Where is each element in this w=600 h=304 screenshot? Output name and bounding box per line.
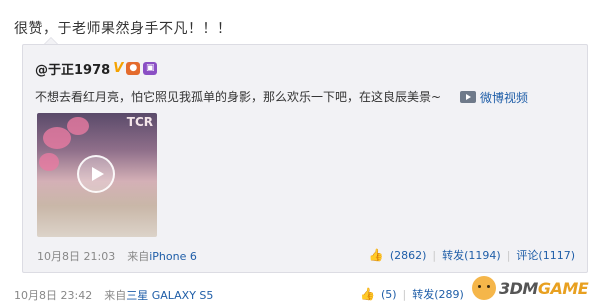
post-timestamp[interactable]: 10月8日 23:42 [14,287,92,303]
author-link[interactable]: @于正1978 [35,59,110,78]
video-icon [460,91,476,103]
site-watermark: 3DMGAME [472,276,589,300]
verified-badge-icon: V [113,61,124,76]
like-count[interactable]: (5) [381,288,397,301]
post-text: 很赞，于老师果然身手不凡！！！ [14,21,232,37]
video-link-label: 微博视频 [480,90,529,105]
reposted-weibo-card: @于正1978 V ● ▣ 不想去看红月亮，怕它照见我孤单的身影，那么欢乐一下吧… [22,44,588,273]
source-link[interactable]: iPhone 6 [149,250,197,263]
repost-button[interactable]: 转发(1194) [442,247,501,263]
divider: | [506,248,511,262]
member-badge-icon: ● [126,62,141,75]
mascot-icon [472,276,496,300]
divider: | [402,287,407,301]
original-author: @于正1978 V ● ▣ [35,59,158,78]
blossom-decoration [67,117,89,135]
source-prefix: 来自 [104,289,127,302]
source-prefix: 来自 [127,250,150,263]
blossom-decoration [39,153,59,171]
post-actions: 👍 (5) | 转发(289) [360,286,464,302]
tv-badge-icon: ▣ [143,62,158,75]
original-text: 不想去看红月亮，怕它照见我孤单的身影，那么欢乐一下吧，在这良辰美景~ [35,90,442,104]
original-meta: 10月8日 21:03 来自iPhone 6 [37,248,197,264]
like-icon[interactable]: 👍 [360,287,375,301]
post-meta: 10月8日 23:42 来自三星 GALAXY S5 [14,287,213,303]
repost-button[interactable]: 转发(289) [412,286,464,302]
like-icon[interactable]: 👍 [369,248,384,262]
blossom-decoration [43,127,71,149]
post-source: 来自三星 GALAXY S5 [104,287,213,303]
repost-pointer [44,37,58,44]
original-actions: 👍 (2862) | 转发(1194) | 评论(1117) [369,247,575,263]
original-source: 来自iPhone 6 [127,248,197,264]
divider: | [432,248,437,262]
original-timestamp[interactable]: 10月8日 21:03 [37,248,115,264]
comment-button[interactable]: 评论(1117) [516,247,575,263]
watermark-logo: 3DMGAME [499,278,589,298]
source-link[interactable]: 三星 GALAXY S5 [126,289,213,302]
like-count[interactable]: (2862) [390,249,427,262]
video-thumbnail[interactable]: TCR [37,113,157,237]
thumbnail-overlay-text: TCR [126,115,153,129]
play-icon[interactable] [77,155,115,193]
weibo-video-link[interactable]: 微博视频 [460,87,528,107]
